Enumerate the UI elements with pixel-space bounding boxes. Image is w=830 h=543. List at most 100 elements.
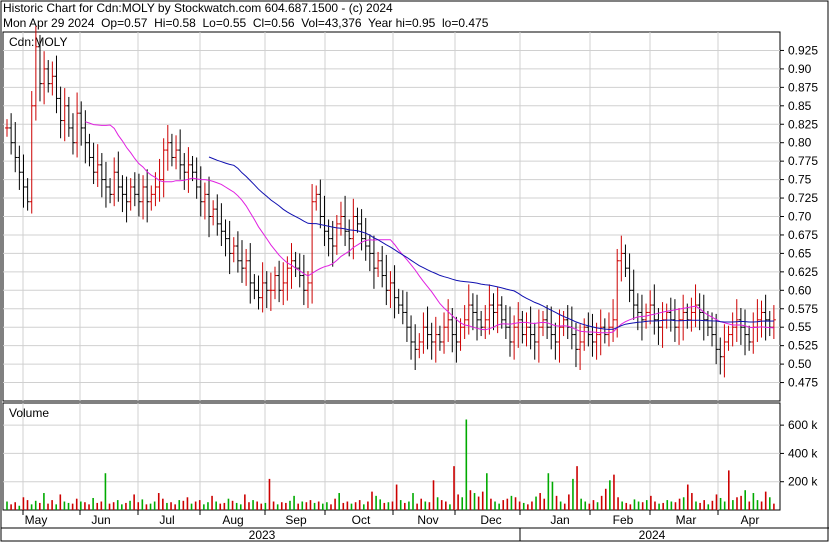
price-bar xyxy=(351,198,356,260)
price-bar xyxy=(751,312,756,354)
price-panel: 0.925 0.90 0.875 0.85 0.825 0.80 0.775 0.75 0.72… xyxy=(0,0,829,542)
price-bar xyxy=(260,262,265,313)
y-tick-label: 0.775 xyxy=(788,154,818,168)
price-bar xyxy=(404,291,409,342)
x-month-label: Jan xyxy=(550,513,569,527)
price-bar xyxy=(248,243,253,304)
y-tick-label: 0.80 xyxy=(788,136,812,150)
y-tick-label: 0.575 xyxy=(788,302,818,316)
price-bar xyxy=(503,305,508,340)
price-bar xyxy=(338,201,343,236)
price-bar xyxy=(726,325,731,351)
price-bar xyxy=(664,303,669,329)
price-bar xyxy=(524,312,529,347)
y-tick-label: 0.625 xyxy=(788,265,818,279)
price-bar xyxy=(536,309,541,363)
price-bar xyxy=(483,305,488,340)
x-month-label: Nov xyxy=(417,513,438,527)
y-tick-label: 0.65 xyxy=(788,246,812,260)
price-bar xyxy=(13,122,18,173)
price-bar xyxy=(182,153,187,190)
price-bar xyxy=(359,209,364,251)
price-bar xyxy=(244,248,249,286)
price-bar xyxy=(561,310,566,337)
price-bar xyxy=(743,309,748,356)
price-bar xyxy=(677,308,682,345)
price-bar xyxy=(141,175,146,220)
price-bar xyxy=(615,248,620,338)
price-bar xyxy=(227,220,232,275)
price-bar xyxy=(322,195,327,247)
price-bar xyxy=(681,294,686,341)
price-bar xyxy=(627,253,632,303)
price-bar xyxy=(211,200,216,226)
y-tick-label: 0.875 xyxy=(788,80,818,94)
price-bar xyxy=(252,274,257,300)
price-bar xyxy=(310,184,315,304)
x-month-label: Mar xyxy=(676,513,697,527)
price-bar xyxy=(532,322,537,360)
y-tick-label: 0.725 xyxy=(788,191,818,205)
y-tick-label: 0.50 xyxy=(788,357,812,371)
y-tick-label: 0.825 xyxy=(788,117,818,131)
price-bar xyxy=(95,144,100,187)
price-bar xyxy=(738,308,743,345)
price-bar xyxy=(648,290,653,325)
price-bar xyxy=(429,322,434,360)
price-bar xyxy=(697,293,702,331)
price-bar xyxy=(25,178,30,211)
price-bar xyxy=(75,92,80,158)
price-bar xyxy=(759,300,764,338)
price-bar xyxy=(42,51,47,105)
price-bar xyxy=(83,110,88,164)
price-bar xyxy=(689,297,694,332)
x-month-label: Aug xyxy=(222,513,243,527)
price-bar xyxy=(747,325,752,351)
y-tick-label: 0.55 xyxy=(788,320,812,334)
price-bar xyxy=(186,147,191,193)
price-bar xyxy=(433,316,438,363)
price-bar xyxy=(5,119,9,137)
y-tick-label: 0.475 xyxy=(788,376,818,390)
x-month-label: Feb xyxy=(613,513,634,527)
price-bar xyxy=(475,294,480,341)
price-bar xyxy=(223,219,228,257)
price-bar xyxy=(413,324,418,371)
price-bar xyxy=(301,254,306,306)
price-bar xyxy=(120,175,125,213)
price-bar xyxy=(9,113,14,155)
y-tick-label: 0.85 xyxy=(788,99,812,113)
price-bar xyxy=(190,155,195,182)
x-month-label: Oct xyxy=(352,513,371,527)
price-bar xyxy=(734,299,739,342)
price-bar xyxy=(318,179,323,229)
x-year-label: 2024 xyxy=(639,528,666,542)
price-bar xyxy=(479,310,484,337)
price-bar xyxy=(174,135,179,170)
price-bar xyxy=(409,315,414,360)
moving-average-long xyxy=(208,156,774,330)
price-bar xyxy=(565,305,570,340)
price-bar xyxy=(437,325,442,351)
price-bar xyxy=(202,182,207,220)
price-bar xyxy=(771,305,776,340)
price-bar xyxy=(62,88,67,142)
outer-frame xyxy=(0,0,829,542)
price-bar xyxy=(343,195,348,247)
price-bar xyxy=(396,288,401,314)
price-bar xyxy=(602,318,607,344)
volume-label: Volume xyxy=(9,406,49,420)
price-bar xyxy=(116,151,121,202)
price-bar xyxy=(256,275,261,310)
price-bar xyxy=(21,154,26,208)
price-bar xyxy=(701,294,706,341)
price-bar xyxy=(128,178,133,211)
price-bar xyxy=(491,293,496,331)
price-bar xyxy=(240,240,245,283)
price-bar xyxy=(215,194,220,236)
price-bar xyxy=(512,315,517,360)
price-bar xyxy=(376,251,381,278)
price-bar xyxy=(161,138,166,198)
stock-chart: 0.925 0.90 0.875 0.85 0.825 0.80 0.775 0.75 0.72… xyxy=(0,0,829,542)
price-bar xyxy=(631,269,636,320)
